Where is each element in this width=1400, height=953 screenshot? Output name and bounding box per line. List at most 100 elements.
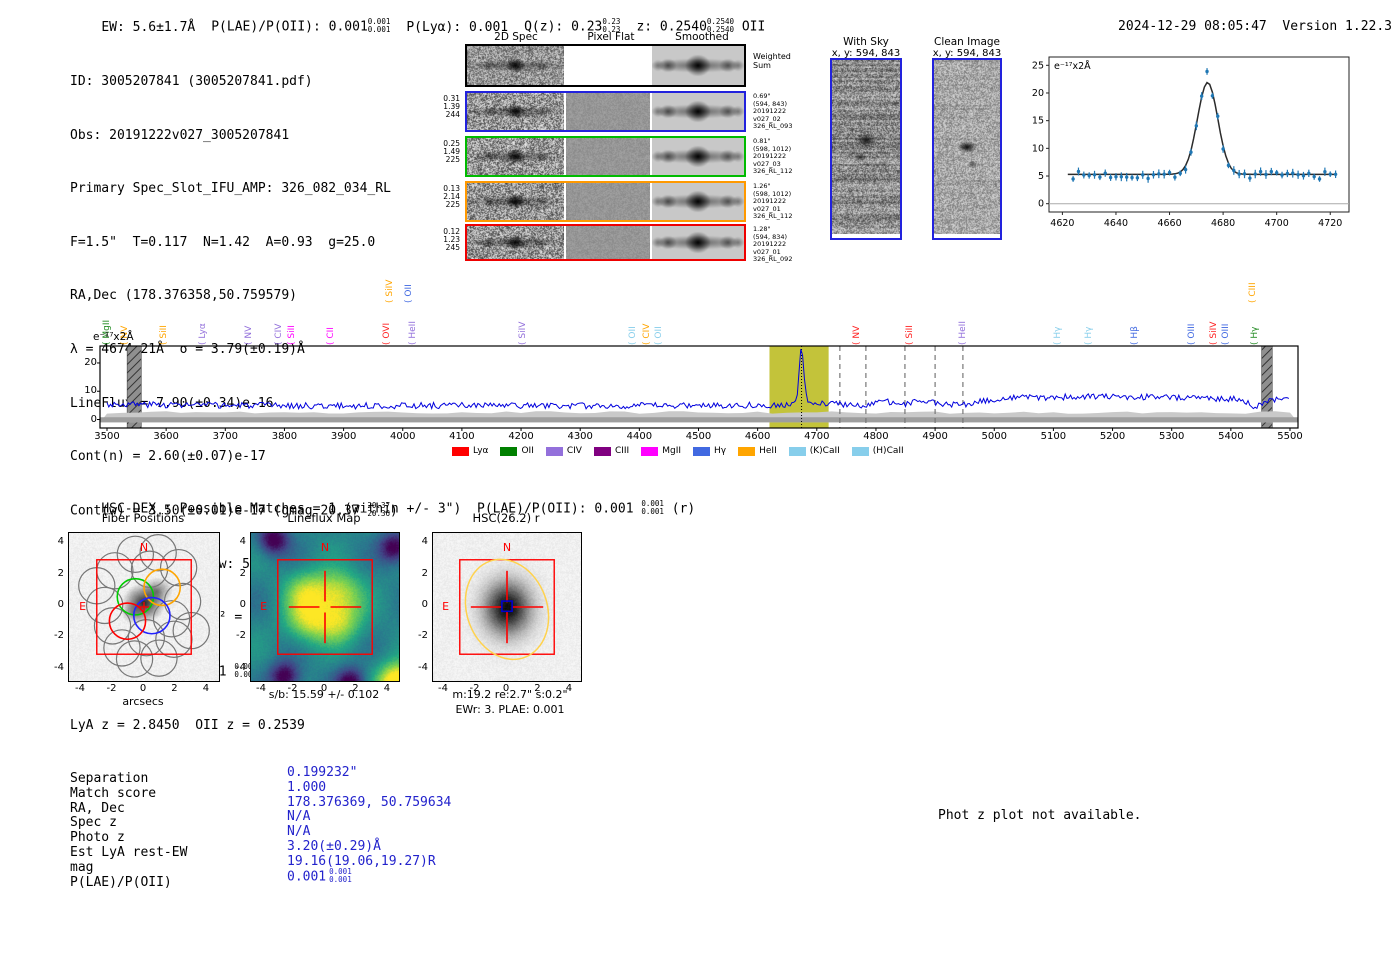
match-table-row: Est LyA rest-EW 3.20(±0.29)Å — [70, 839, 381, 861]
svg-text:4680: 4680 — [1211, 218, 1235, 229]
line-fit-plot: 4620 4640 4660 4680 4700 4720 0 5 10 15 20 25 e⁻¹⁷x2… — [1025, 48, 1365, 242]
data-point — [1194, 124, 1199, 128]
legend-item: Lyα — [452, 446, 488, 456]
data-point — [1141, 173, 1145, 177]
spectrum-line — [106, 348, 1290, 411]
fit-plot-frame — [1048, 56, 1350, 213]
info-seeing: F=1.5" T=0.117 N=1.42 A=0.93 g=25.0 — [70, 234, 376, 250]
legend-swatch — [641, 446, 659, 456]
data-point — [1157, 172, 1161, 176]
legend-swatch — [593, 446, 611, 456]
panel-y-tick: 0 — [239, 599, 246, 610]
x-tick-label: 5100 — [1040, 431, 1067, 442]
cutout-right-label: 1.26" (598, 1012) 20191222 v027_01 326_RL_11… — [753, 182, 793, 221]
hsc-dex-header: HSC-DEX : Possible Matches = 1 (within +… — [101, 499, 696, 517]
data-point — [1092, 173, 1097, 177]
with-sky-image — [830, 58, 902, 240]
col-header-pixel-flat: Pixel Flat — [587, 31, 635, 43]
hsc-r-cutout: NE — [432, 532, 582, 682]
info-id: ID: 3005207841 (3005207841.pdf) — [70, 74, 313, 89]
data-point — [1274, 171, 1279, 175]
cutout-right-label: 1.28" (594, 834) 20191222 v027_01 326_RL_092 — [753, 225, 793, 264]
svg-text:25: 25 — [1032, 60, 1044, 71]
svg-text:4720: 4720 — [1318, 218, 1342, 229]
cutout-row — [465, 44, 746, 87]
x-tick-label: 4000 — [390, 431, 416, 442]
panel-x-tick: -4 — [75, 683, 86, 694]
cutout-right-label: Weighted Sum — [753, 52, 791, 70]
data-point — [1183, 167, 1188, 172]
data-point — [1076, 169, 1081, 174]
data-point — [1108, 175, 1113, 180]
data-point — [1146, 176, 1150, 181]
cutout-left-label: 0.13 2.14 225 — [443, 184, 460, 210]
with-sky-title: With Sky x, y: 594, 843 — [831, 36, 901, 59]
data-point — [1221, 147, 1225, 151]
data-point — [1189, 150, 1193, 154]
fiber-positions-map: NE — [68, 532, 220, 682]
data-point — [1328, 172, 1332, 176]
compass-north: N — [321, 541, 329, 554]
data-point — [1258, 169, 1263, 174]
info-primary-spec: Primary Spec_Slot_IFU_AMP: 326_082_034_R… — [70, 181, 391, 197]
legend-swatch — [500, 446, 518, 456]
elixer-report-page: EW: 5.6±1.7Å P(LAE)/P(OII): 0.001 0.001 0.0… — [0, 0, 1400, 953]
cutout-row — [465, 91, 746, 132]
smoothed-image — [652, 138, 744, 175]
photz-note: Phot z plot not available. — [938, 808, 1142, 823]
emission-line-label: ( OII — [403, 284, 414, 303]
x-tick-label: 4600 — [744, 431, 771, 442]
data-point — [1307, 171, 1311, 176]
match-table-value: N/A — [287, 824, 311, 840]
cutout-right-label: 0.69" (594, 843) 20191222 v027_02 326_RL_093 — [753, 92, 793, 131]
legend-swatch — [693, 446, 711, 456]
info-redshifts: LyA z = 2.8450 OII z = 0.2539 — [70, 718, 305, 734]
full-spectrum-plot — [85, 338, 1310, 439]
svg-text:4700: 4700 — [1265, 218, 1289, 229]
emission-line-label: ( CIII — [1248, 282, 1259, 303]
fiber-xlabel: arcsecs — [122, 695, 164, 708]
legend-item: MgII — [641, 446, 681, 456]
svg-text:10: 10 — [1032, 143, 1044, 154]
legend-swatch — [545, 446, 563, 456]
cutout-left-label: 0.12 1.23 245 — [443, 227, 460, 253]
match-table-row: Match score 1.000 — [70, 780, 326, 802]
panel-y-tick: 2 — [239, 567, 246, 579]
data-point — [1119, 175, 1124, 179]
x-tick-label: 3600 — [153, 431, 179, 442]
data-point — [1237, 172, 1241, 176]
fiber-circle — [140, 639, 178, 677]
panel-y-tick: -2 — [54, 630, 64, 642]
data-point — [1216, 114, 1220, 118]
pixel-flat-image — [566, 183, 650, 220]
panel-y-tick: -2 — [418, 630, 428, 642]
match-table-row: P(LAE)/P(OII) 0.001 0.001 0.001 — [70, 867, 352, 891]
cutout-row — [465, 181, 746, 222]
cutout-row — [465, 136, 746, 177]
data-point — [1323, 170, 1327, 174]
legend-item: (H)CaII — [851, 446, 904, 456]
fiber-circle — [103, 629, 141, 667]
panel-y-tick: -4 — [236, 661, 246, 673]
x-tick-label: 5400 — [1218, 431, 1244, 442]
cutout-row — [465, 224, 746, 261]
data-point — [1269, 169, 1274, 174]
smoothed-image — [652, 226, 744, 259]
timestamp: 2024-12-29 08:05:47 — [1118, 19, 1267, 34]
panel-y-tick: 0 — [57, 599, 64, 610]
match-table-label: mag — [70, 859, 94, 875]
data-point — [1098, 175, 1102, 179]
data-point — [1317, 177, 1322, 181]
lineflux-map: NE — [250, 532, 400, 682]
data-point — [1253, 172, 1257, 176]
legend-item: CIII — [593, 446, 629, 456]
svg-text:20: 20 — [1032, 88, 1044, 99]
panel-y-tick: 2 — [57, 567, 64, 579]
panel-y-tick: -2 — [236, 630, 246, 642]
match-table-label: Spec z — [70, 815, 117, 831]
data-point — [1124, 175, 1129, 179]
x-tick-label: 5300 — [1158, 431, 1185, 442]
hsc-cutout-title: HSC(26.2) r — [472, 511, 540, 525]
data-point — [1210, 94, 1215, 98]
x-tick-label: 5200 — [1099, 431, 1126, 442]
